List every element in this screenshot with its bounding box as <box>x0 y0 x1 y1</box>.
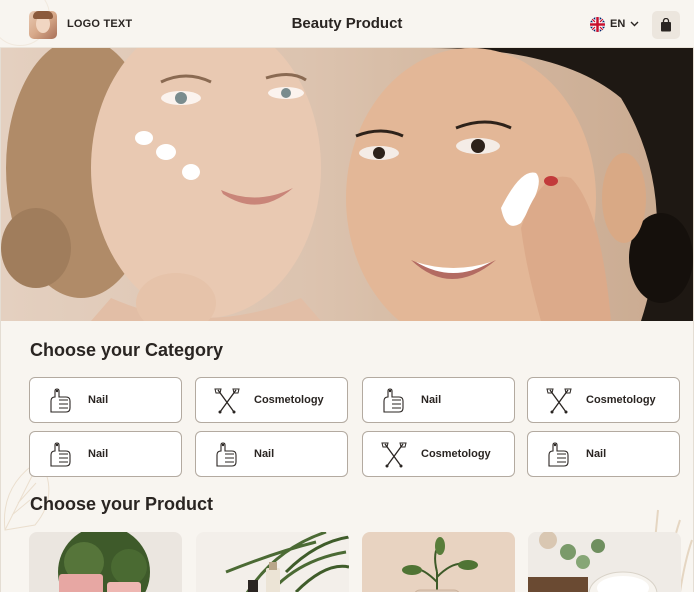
category-label: Cosmetology <box>421 448 491 460</box>
category-card-cosmetology[interactable]: Cosmetology <box>527 377 680 423</box>
category-card-nail[interactable]: Nail <box>29 431 182 477</box>
nail-hand-icon <box>548 442 569 467</box>
cosmetology-tools-icon <box>214 388 240 414</box>
product-image-cream-jar <box>528 532 658 592</box>
product-image-palm-bottles <box>225 532 349 592</box>
hero-illustration <box>1 48 693 321</box>
top-header: LOGO TEXT Beauty Product EN <box>0 0 694 48</box>
category-label: Cosmetology <box>254 394 324 406</box>
logo-image[interactable] <box>29 11 57 39</box>
language-selector[interactable]: EN <box>590 16 639 32</box>
category-grid: Nail Cosmetology Nail Cosmetology Nail N… <box>29 377 681 477</box>
product-card[interactable] <box>362 532 515 592</box>
category-label: Nail <box>88 394 109 406</box>
nail-hand-icon <box>383 388 404 413</box>
uk-flag-icon <box>590 16 605 32</box>
product-card[interactable] <box>528 532 681 592</box>
hero-banner-image <box>1 48 693 321</box>
category-card-nail[interactable]: Nail <box>29 377 182 423</box>
category-label: Cosmetology <box>586 394 656 406</box>
category-card-nail[interactable]: Nail <box>195 431 348 477</box>
category-card-cosmetology[interactable]: Cosmetology <box>362 431 515 477</box>
category-card-cosmetology[interactable]: Cosmetology <box>195 377 348 423</box>
product-section-title: Choose your Product <box>30 494 214 514</box>
language-code: EN <box>610 18 626 30</box>
category-section-title: Choose your Category <box>30 340 224 360</box>
shopping-bag-icon <box>661 18 671 32</box>
cosmetology-tools-icon <box>381 442 407 468</box>
category-card-nail[interactable]: Nail <box>527 431 680 477</box>
nail-hand-icon <box>50 388 71 413</box>
product-card[interactable] <box>29 532 182 592</box>
category-label: Nail <box>421 394 442 406</box>
logo-text[interactable]: LOGO TEXT <box>67 18 132 30</box>
cart-button[interactable] <box>652 11 680 39</box>
category-label: Nail <box>586 448 607 460</box>
chevron-down-icon <box>630 21 639 27</box>
category-card-nail[interactable]: Nail <box>362 377 515 423</box>
product-image-pink-tube <box>58 532 150 592</box>
category-label: Nail <box>88 448 109 460</box>
product-card[interactable] <box>196 532 349 592</box>
nail-hand-icon <box>50 442 71 467</box>
product-image-plant-vase <box>402 537 478 592</box>
cosmetology-tools-icon <box>546 388 572 414</box>
nail-hand-icon <box>216 442 237 467</box>
category-label: Nail <box>254 448 275 460</box>
